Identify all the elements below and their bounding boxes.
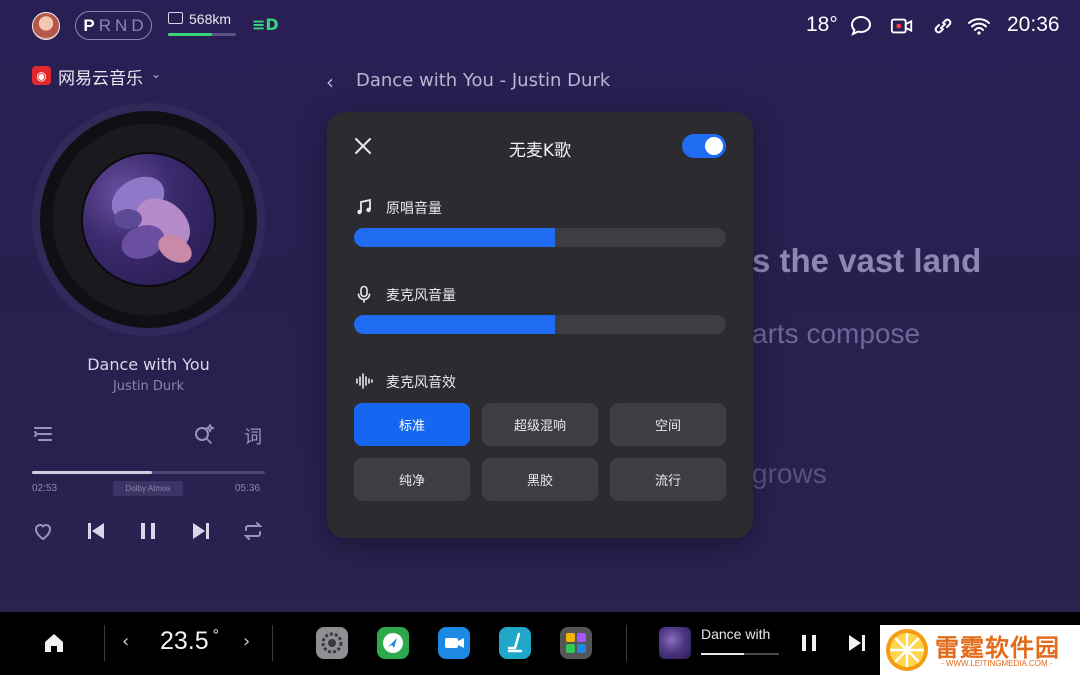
gear-p: P [83,15,99,35]
mic-volume-fill [354,315,555,334]
chevron-down-icon[interactable]: ⌄ [151,67,161,81]
current-time: 02:53 [32,483,58,494]
total-time: 05:36 [235,483,261,494]
dock-divider [104,625,105,661]
music-note-icon [357,198,371,215]
clock: 20:36 [1007,13,1060,36]
dock-pause-icon[interactable] [797,631,821,655]
outside-temperature: 18° [806,13,838,36]
effect-pop-button[interactable]: 流行 [610,458,726,501]
now-playing-progress-fill [701,653,744,655]
watermark-url: - WWW.LEITINGMEDIA.COM - [941,659,1053,668]
effect-vinyl-button[interactable]: 黑胶 [482,458,598,501]
headlight-icon: ≡D [252,15,279,34]
effect-standard-button[interactable]: 标准 [354,403,470,446]
song-artist: Justin Durk [112,379,185,394]
playback-progress-bar[interactable] [32,471,265,474]
gear-r: R [98,15,116,35]
music-app-name[interactable]: 网易云音乐 [58,64,143,89]
mic-volume-label: 麦克风音量 [386,288,456,304]
gear-d: D [131,15,148,35]
watermark-name: 雷霆软件园 [935,634,1060,662]
watermark-url-text: WWW.LEITINGMEDIA.COM [945,659,1048,668]
message-icon[interactable] [849,14,873,38]
sound-wave-icon [356,373,373,389]
now-playing-art[interactable] [659,627,691,659]
app-grid-icon[interactable] [560,627,592,659]
effect-pure-button[interactable]: 纯净 [354,458,470,501]
gear-n: N [115,15,132,35]
settings-app-icon[interactable] [316,627,348,659]
effect-super-reverb-button[interactable]: 超级混响 [482,403,598,446]
now-playing-title[interactable]: Dance with [701,626,770,642]
cabin-temperature-value: 23.5 [160,627,209,655]
original-volume-slider[interactable] [354,228,726,247]
playback-progress-fill [32,471,152,474]
lyric-line: s the vast land [752,242,982,279]
gear-indicator: PRND [75,11,152,40]
seat-app-icon[interactable] [499,627,531,659]
wifi-icon[interactable] [967,14,991,38]
temp-up-icon[interactable]: › [243,631,250,652]
next-track-icon[interactable] [189,519,213,543]
link-icon[interactable] [931,14,955,38]
karaoke-toggle[interactable] [682,134,726,158]
original-volume-label: 原唱音量 [386,201,442,217]
range-value: 568km [189,11,232,27]
range-bar [168,33,236,36]
user-avatar[interactable] [32,12,60,40]
page-title: Dance with You - Justin Durk [356,70,611,91]
heart-icon[interactable] [31,519,55,543]
navigation-app-icon[interactable] [377,627,409,659]
video-call-app-icon[interactable] [438,627,470,659]
cabin-temperature: 23.5 ° [160,627,219,656]
lyric-line: grows [752,458,827,489]
dock-next-icon[interactable] [845,631,869,655]
mic-volume-slider[interactable] [354,315,726,334]
range-bar-fill [168,33,213,36]
dock-divider [626,625,627,661]
effect-space-button[interactable]: 空间 [610,403,726,446]
home-icon[interactable] [42,631,66,655]
dolby-atmos-badge: Dolby Atmos [113,481,183,496]
watermark-logo [886,629,928,671]
netease-music-logo: ◉ [32,66,51,85]
song-title: Dance with You [87,355,210,374]
battery-range-icon [168,12,183,24]
playlist-icon[interactable] [31,422,55,446]
ai-search-icon[interactable] [192,422,216,446]
previous-track-icon[interactable] [84,519,108,543]
temp-down-icon[interactable]: ‹ [122,631,129,652]
repeat-icon[interactable] [241,519,265,543]
original-volume-fill [354,228,555,247]
degree-sign: ° [212,627,220,644]
lyric-line: arts compose [752,318,921,349]
album-art [81,152,216,287]
dock-divider [272,625,273,661]
back-icon[interactable]: ‹ [326,70,334,94]
mic-effects-label: 麦克风音效 [386,375,456,391]
now-playing-progress [701,653,779,655]
microphone-icon [357,285,371,303]
pause-icon[interactable] [136,519,160,543]
toggle-knob [705,137,723,155]
record-camera-icon[interactable] [890,14,914,38]
lyrics-toggle-button[interactable]: 词 [244,423,262,449]
